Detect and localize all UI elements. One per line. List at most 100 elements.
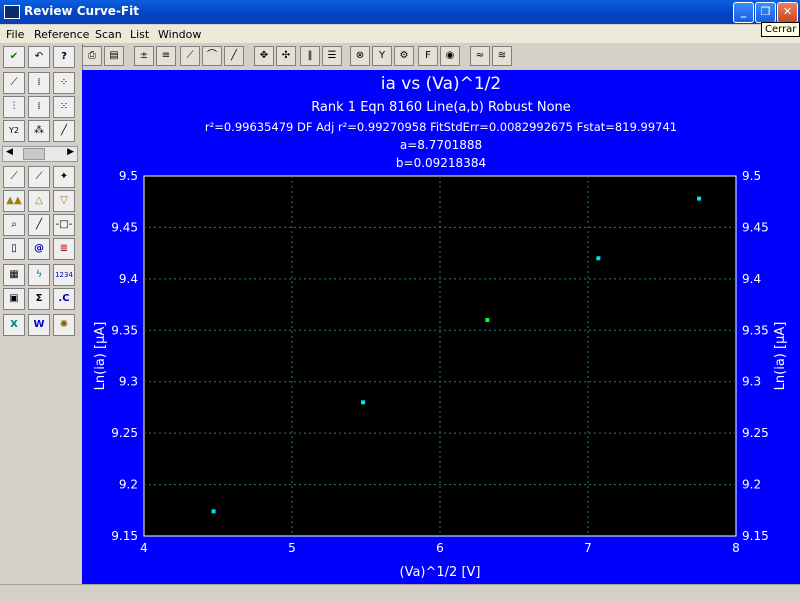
check-icon[interactable]: ✔ <box>3 46 25 68</box>
x-tick-label: 6 <box>436 541 444 555</box>
grid-icon[interactable]: ▦ <box>3 264 25 286</box>
x-tick-label: 7 <box>584 541 592 555</box>
chart-icon[interactable]: ⟋ <box>3 72 25 94</box>
sparkle-icon[interactable]: ✦ <box>53 166 75 188</box>
menu-reference[interactable]: Reference <box>34 28 89 41</box>
data-point <box>485 318 490 322</box>
y-tick-label-left: 9.45 <box>111 220 138 234</box>
title-bar: Review Curve-Fit _ ❐ ✕ <box>0 0 800 24</box>
curve-fit-icon[interactable]: ⌒ <box>202 46 222 66</box>
restore-button[interactable]: ❐ <box>755 2 776 23</box>
list-icon[interactable]: ☰ <box>322 46 342 66</box>
y-tick-label-right: 9.3 <box>742 375 761 389</box>
app-icon <box>4 5 20 19</box>
pattern-icon[interactable]: ≣ <box>53 238 75 260</box>
help-icon[interactable]: ? <box>53 46 75 68</box>
page-icon[interactable]: ▯ <box>3 238 25 260</box>
data-point <box>596 256 601 261</box>
toolbar: ⎙ ▤ ± ≡ ⟋ ⌒ ╱ ✥ ✣ ‖ ☰ ⊗ Y ⚙ F ◉ ≈ ≋ <box>82 44 800 71</box>
menu-list[interactable]: List <box>130 28 149 41</box>
menu-file[interactable]: File <box>6 28 24 41</box>
zoom-page-icon[interactable]: ⌕ <box>3 214 25 236</box>
clipboard-icon[interactable]: ▣ <box>3 288 25 310</box>
line-icon[interactable]: ╱ <box>53 120 75 142</box>
wave-icon[interactable]: ≈ <box>470 46 490 66</box>
font-icon[interactable]: F <box>418 46 438 66</box>
menu-window[interactable]: Window <box>158 28 201 41</box>
dots-icon[interactable]: -□- <box>53 214 75 236</box>
minimize-button[interactable]: _ <box>733 2 754 23</box>
plot-area: ia vs (Va)^1/2 Rank 1 Eqn 8160 Line(a,b)… <box>82 70 800 584</box>
y-tick-label-right: 9.25 <box>742 426 769 440</box>
chart2-icon[interactable]: ⁞ <box>28 72 50 94</box>
at-icon[interactable]: @ <box>28 238 50 260</box>
curve2-fit-icon[interactable]: ╱ <box>224 46 244 66</box>
wave2-icon[interactable]: ≋ <box>492 46 512 66</box>
status-bar <box>0 584 800 601</box>
triangle-icon[interactable]: △ <box>28 190 50 212</box>
triangle-up-icon[interactable]: ▲▲ <box>3 190 25 212</box>
scroll-left-icon[interactable]: ◀ <box>6 147 13 157</box>
line-fit-icon[interactable]: ⟋ <box>180 46 200 66</box>
chart4-icon[interactable]: ⫶ <box>3 96 25 118</box>
copy-icon[interactable]: ▤ <box>104 46 124 66</box>
chart3-icon[interactable]: ⁘ <box>53 72 75 94</box>
left-toolbox: ✔ ↶ ? ⟋ ⁞ ⁘ ⫶ ⁞ ⁙ Y2 ⁂ ╱ ◀ ▶ ⟋ ⟋ ✦ ▲▲ △ … <box>0 44 83 600</box>
w-icon[interactable]: W <box>28 314 50 336</box>
bars-icon[interactable]: ‖ <box>300 46 320 66</box>
c-icon[interactable]: .C <box>53 288 75 310</box>
sigma-icon[interactable]: Σ <box>28 288 50 310</box>
x-tick-label: 4 <box>140 541 148 555</box>
zoom-icon[interactable]: ✥ <box>254 46 274 66</box>
gear-icon[interactable]: ✺ <box>53 314 75 336</box>
y-tick-label-left: 9.4 <box>119 272 138 286</box>
chart-svg: 4 5 6 7 8 9.15 9.2 9.25 9.3 9.35 9.4 9.45 9.5 9.15 9… <box>93 169 788 580</box>
binoculars-icon[interactable]: ⊗ <box>350 46 370 66</box>
x-axis-label: (Va)^1/2 [V] <box>400 565 481 580</box>
y-axis-label-right: Ln(ia) [µA] <box>773 322 788 391</box>
print-icon[interactable]: ⎙ <box>82 46 102 66</box>
pan-icon[interactable]: ✣ <box>276 46 296 66</box>
fit-icon[interactable]: ⟋ <box>3 166 25 188</box>
filter-icon[interactable]: Y <box>372 46 392 66</box>
x-tick-label: 8 <box>732 541 740 555</box>
y-tick-label-left: 9.25 <box>111 426 138 440</box>
data-point <box>697 196 701 201</box>
close-tooltip: Cerrar <box>761 22 800 37</box>
y-tick-label-left: 9.5 <box>119 169 138 183</box>
undo-icon[interactable]: ↶ <box>28 46 50 68</box>
color-icon[interactable]: ◉ <box>440 46 460 66</box>
close-button[interactable]: ✕ <box>777 2 798 23</box>
settings-icon[interactable]: ⚙ <box>394 46 414 66</box>
data-point <box>361 400 366 405</box>
y-tick-label-right: 9.35 <box>742 323 769 337</box>
horizontal-scrollbar[interactable]: ◀ ▶ <box>2 146 78 162</box>
y-axis-label-left: Ln(ia) [µA] <box>93 322 108 391</box>
y-tick-label-right: 9.2 <box>742 478 761 492</box>
remove-point-icon[interactable]: ≡ <box>156 46 176 66</box>
chart5-icon[interactable]: ⁞ <box>28 96 50 118</box>
y2-icon[interactable]: Y2 <box>3 120 25 142</box>
triangle-down-icon[interactable]: ▽ <box>53 190 75 212</box>
menu-scan[interactable]: Scan <box>95 28 122 41</box>
menu-bar: File Reference Scan List Window <box>0 25 800 43</box>
x-tick-label: 5 <box>288 541 296 555</box>
data-point <box>211 509 216 514</box>
scroll-thumb[interactable] <box>23 148 45 160</box>
fit2-icon[interactable]: ⟋ <box>28 166 50 188</box>
y-tick-label-left: 9.35 <box>111 323 138 337</box>
scroll-right-icon[interactable]: ▶ <box>67 147 74 157</box>
bolt-icon[interactable]: ϟ <box>28 264 50 286</box>
add-point-icon[interactable]: ± <box>134 46 154 66</box>
x-icon[interactable]: X <box>3 314 25 336</box>
y-tick-label-right: 9.4 <box>742 272 761 286</box>
numbers-icon[interactable]: 1234 <box>53 264 75 286</box>
y-tick-label-right: 9.5 <box>742 169 761 183</box>
slash-icon[interactable]: ╱ <box>28 214 50 236</box>
chart7-icon[interactable]: ⁂ <box>28 120 50 142</box>
chart6-icon[interactable]: ⁙ <box>53 96 75 118</box>
y-tick-label-right: 9.15 <box>742 529 769 543</box>
y-tick-label-left: 9.15 <box>111 529 138 543</box>
window-title: Review Curve-Fit <box>24 4 139 18</box>
y-tick-label-right: 9.45 <box>742 220 769 234</box>
